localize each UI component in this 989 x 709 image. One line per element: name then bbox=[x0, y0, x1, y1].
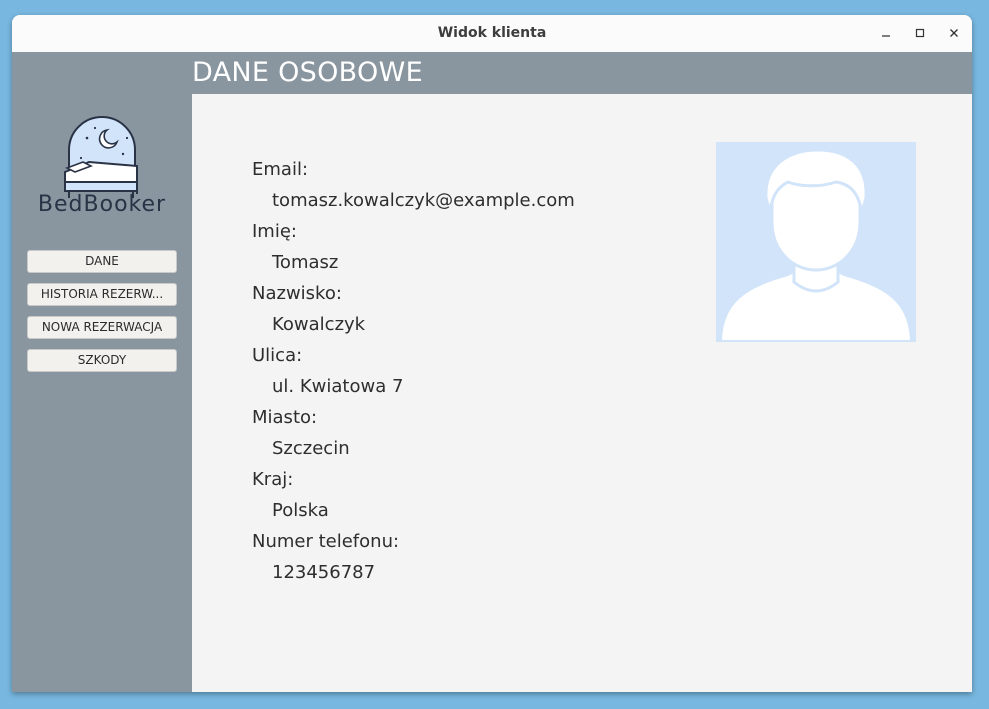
nav-button-nowa-rezerwacja[interactable]: NOWA REZERWACJA bbox=[27, 316, 177, 339]
logo-text: BedBooker bbox=[37, 192, 167, 217]
minimize-icon bbox=[882, 35, 890, 37]
street-label: Ulica: bbox=[252, 345, 303, 366]
window-title: Widok klienta bbox=[437, 25, 547, 41]
page-header: DANE OSOBOWE bbox=[192, 52, 972, 94]
close-button[interactable] bbox=[944, 23, 964, 43]
nav-button-dane[interactable]: DANE bbox=[27, 250, 177, 273]
first-name-label: Imię: bbox=[252, 221, 297, 242]
title-bar: Widok klienta bbox=[12, 15, 972, 53]
last-name-label: Nazwisko: bbox=[252, 283, 342, 304]
nav-button-szkody[interactable]: SZKODY bbox=[27, 349, 177, 372]
minimize-button[interactable] bbox=[876, 23, 896, 43]
last-name-value: Kowalczyk bbox=[272, 314, 366, 335]
city-label: Miasto: bbox=[252, 407, 318, 428]
email-value: tomasz.kowalczyk@example.com bbox=[272, 190, 575, 211]
nav-button-historia-rezerwacji[interactable]: HISTORIA REZERW... bbox=[27, 283, 177, 306]
first-name-value: Tomasz bbox=[272, 252, 339, 273]
user-avatar bbox=[716, 142, 916, 342]
user-avatar-placeholder-icon bbox=[722, 148, 910, 340]
email-label: Email: bbox=[252, 159, 309, 180]
sidebar-nav: DANE HISTORIA REZERW... NOWA REZERWACJA … bbox=[27, 250, 177, 382]
maximize-button[interactable] bbox=[910, 23, 930, 43]
phone-value: 123456787 bbox=[272, 562, 376, 583]
country-value: Polska bbox=[272, 500, 329, 521]
client-window: Widok klienta BedBooker DANE HISTORIA RE… bbox=[12, 15, 972, 692]
personal-data-list: Email: tomasz.kowalczyk@example.com Imię… bbox=[252, 154, 712, 588]
phone-label: Numer telefonu: bbox=[252, 531, 400, 552]
main-content: Email: tomasz.kowalczyk@example.com Imię… bbox=[192, 94, 972, 692]
close-icon bbox=[950, 29, 958, 37]
page-title: DANE OSOBOWE bbox=[192, 57, 423, 88]
sidebar: BedBooker DANE HISTORIA REZERW... NOWA R… bbox=[12, 52, 192, 692]
city-value: Szczecin bbox=[272, 438, 350, 459]
street-value: ul. Kwiatowa 7 bbox=[272, 376, 404, 397]
country-label: Kraj: bbox=[252, 469, 294, 490]
maximize-icon bbox=[915, 28, 925, 38]
